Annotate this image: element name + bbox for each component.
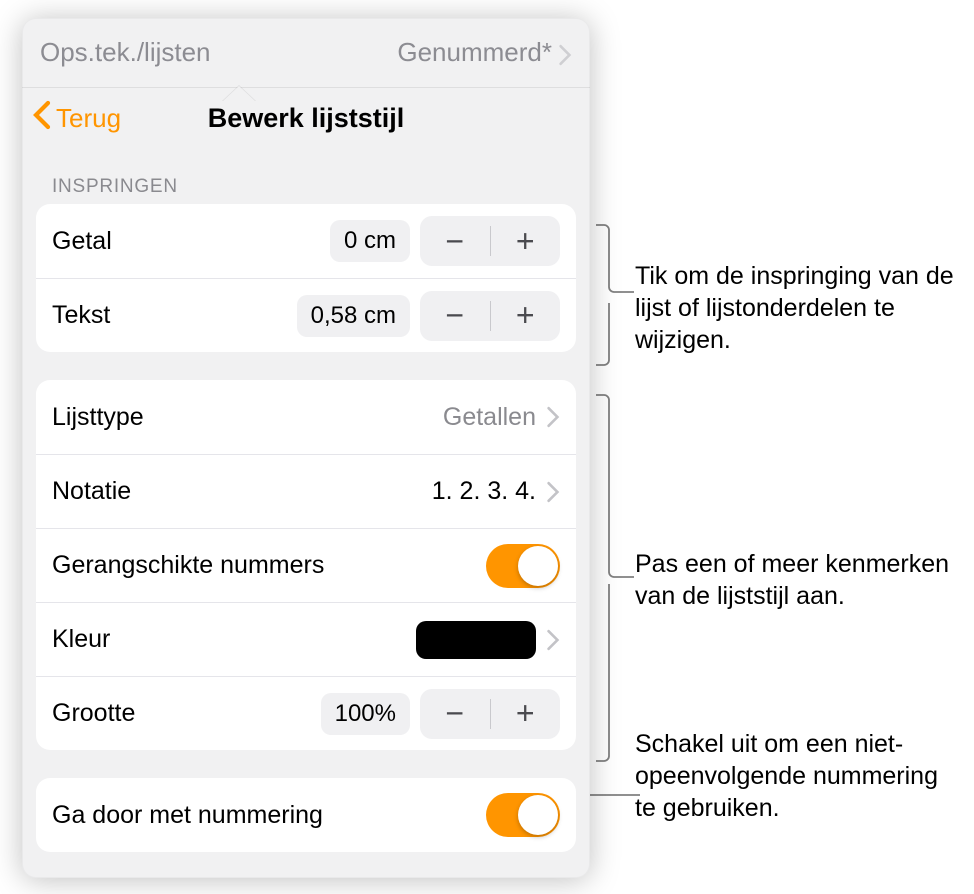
color-swatch	[416, 621, 536, 659]
top-crumb-value: Genummerd*	[397, 37, 552, 68]
indent-text-value[interactable]: 0,58 cm	[297, 295, 410, 337]
size-increment[interactable]: +	[491, 689, 561, 739]
group-style: Lijsttype Getallen Notatie 1. 2. 3. 4. G…	[36, 380, 576, 750]
indent-text-decrement[interactable]: −	[420, 291, 490, 341]
nav-header: Terug Bewerk lijststijl	[22, 88, 590, 148]
color-label: Kleur	[52, 625, 406, 654]
callout-indent: Tik om de inspringing van de lijst of li…	[635, 260, 965, 356]
chevron-right-icon	[546, 406, 560, 428]
listtype-value: Getallen	[443, 403, 536, 432]
chevron-right-icon	[546, 629, 560, 651]
continue-switch[interactable]	[486, 793, 560, 837]
notation-value: 1. 2. 3. 4.	[432, 477, 536, 506]
popover-panel: Ops.tek./lijsten Genummerd* Terug Bewerk…	[22, 18, 590, 878]
top-crumb-row: Ops.tek./lijsten Genummerd*	[22, 18, 590, 88]
indent-number-label: Getal	[52, 227, 320, 256]
indent-number-stepper: − +	[420, 216, 560, 266]
row-notation[interactable]: Notatie 1. 2. 3. 4.	[36, 454, 576, 528]
indent-text-label: Tekst	[52, 301, 287, 330]
top-crumb-label: Ops.tek./lijsten	[40, 37, 397, 68]
chevron-right-icon	[546, 481, 560, 503]
row-indent-number: Getal 0 cm − +	[36, 204, 576, 278]
chevron-left-icon	[32, 100, 52, 137]
chevron-right-icon	[558, 42, 572, 64]
callout-style: Pas een of meer kenmerken van de lijstst…	[635, 548, 965, 612]
row-color[interactable]: Kleur	[36, 602, 576, 676]
listtype-label: Lijsttype	[52, 403, 433, 432]
size-stepper: − +	[420, 689, 560, 739]
group-continue: Ga door met nummering	[36, 778, 576, 852]
indent-text-increment[interactable]: +	[491, 291, 561, 341]
row-ordered: Gerangschikte nummers	[36, 528, 576, 602]
row-size: Grootte 100% − +	[36, 676, 576, 750]
continue-label: Ga door met nummering	[52, 801, 476, 830]
size-value[interactable]: 100%	[321, 693, 410, 735]
notation-label: Notatie	[52, 477, 422, 506]
indent-text-stepper: − +	[420, 291, 560, 341]
back-button[interactable]: Terug	[32, 88, 121, 148]
row-continue: Ga door met nummering	[36, 778, 576, 852]
indent-number-increment[interactable]: +	[491, 216, 561, 266]
section-header-indent: INSPRINGEN	[52, 176, 576, 198]
nav-title: Bewerk lijststijl	[208, 103, 405, 134]
group-indent: Getal 0 cm − + Tekst 0,58 cm − +	[36, 204, 576, 352]
indent-number-decrement[interactable]: −	[420, 216, 490, 266]
row-indent-text: Tekst 0,58 cm − +	[36, 278, 576, 352]
size-label: Grootte	[52, 699, 311, 728]
size-decrement[interactable]: −	[420, 689, 490, 739]
back-label: Terug	[56, 103, 121, 134]
callout-continue: Schakel uit om een niet-opeenvolgende nu…	[635, 728, 965, 824]
ordered-switch[interactable]	[486, 544, 560, 588]
ordered-label: Gerangschikte nummers	[52, 551, 476, 580]
row-listtype[interactable]: Lijsttype Getallen	[36, 380, 576, 454]
top-crumb-value-button[interactable]: Genummerd*	[397, 37, 572, 68]
indent-number-value[interactable]: 0 cm	[330, 220, 410, 262]
